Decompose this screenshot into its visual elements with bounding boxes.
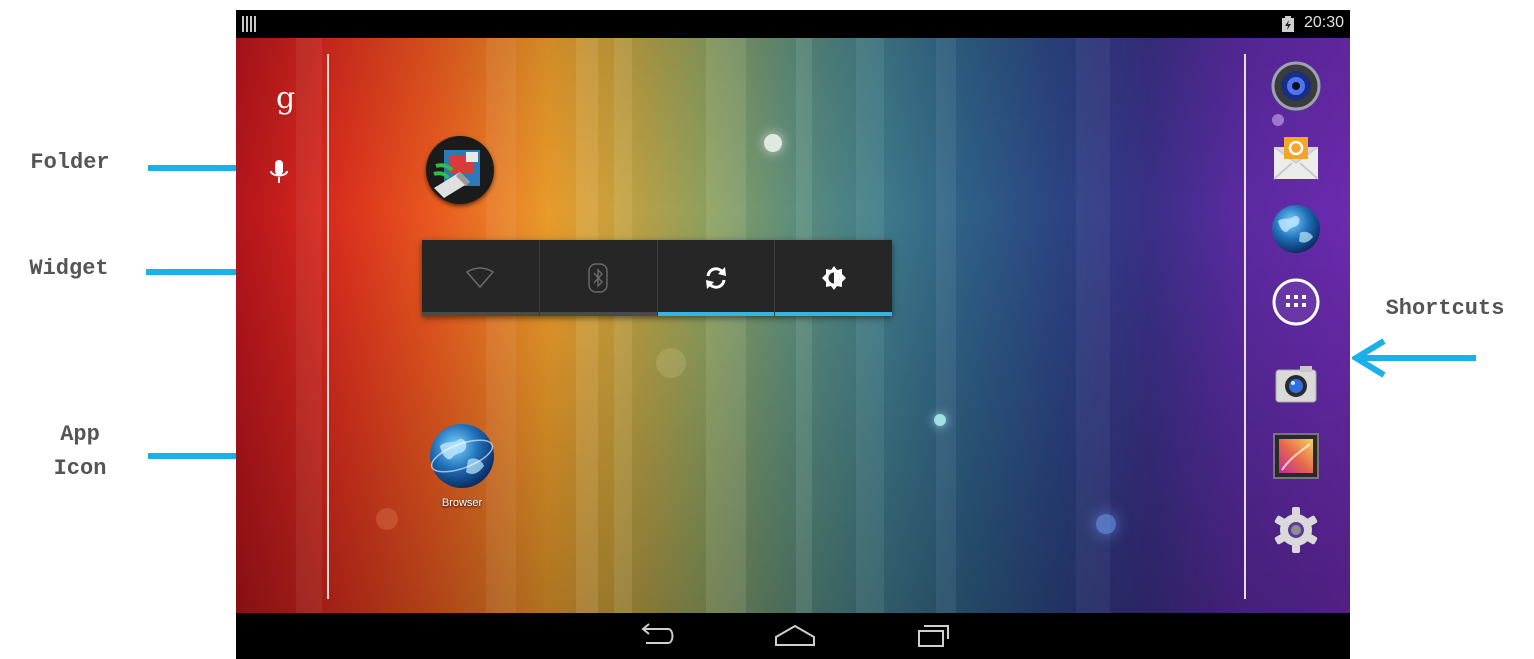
all-apps-icon[interactable] — [1270, 276, 1322, 328]
annotation-app-icon-label: App Icon — [20, 418, 140, 486]
notification-bars-icon[interactable] — [242, 16, 256, 32]
home-icon[interactable] — [772, 623, 818, 649]
widget-toggle-sync[interactable] — [657, 240, 776, 316]
wallpaper-streak — [796, 38, 812, 613]
back-icon[interactable] — [636, 623, 676, 649]
app-icon-browser[interactable]: Browser — [424, 422, 500, 512]
widget-indicator-wifi — [422, 312, 539, 316]
widget-toggle-wifi[interactable] — [422, 240, 540, 316]
gallery-icon[interactable] — [1270, 430, 1322, 482]
annotation-shortcuts-arrow — [1352, 338, 1476, 378]
email-icon[interactable] — [1270, 133, 1322, 185]
annotation-app-icon-line1: App — [60, 422, 100, 447]
wallpaper-streak — [856, 38, 884, 613]
microphone-icon[interactable] — [270, 160, 288, 186]
app-label-browser: Browser — [441, 497, 483, 509]
widget-toggle-bluetooth[interactable] — [539, 240, 658, 316]
wallpaper-bokeh — [1096, 514, 1116, 534]
annotation-app-icon-line2: Icon — [53, 456, 107, 481]
settings-gear-icon[interactable] — [1270, 504, 1322, 556]
left-divider — [327, 54, 329, 599]
wallpaper-bokeh — [1272, 114, 1284, 126]
wifi-icon — [466, 267, 495, 289]
right-divider — [1244, 54, 1246, 599]
wallpaper-streak — [614, 38, 632, 613]
annotation-folder-label: Folder — [30, 150, 110, 175]
wallpaper-bokeh — [764, 134, 782, 152]
home-wallpaper: g Browser — [236, 38, 1350, 613]
camera-icon[interactable] — [1270, 358, 1322, 410]
wallpaper-streak — [706, 38, 746, 613]
status-bar: 20:30 — [236, 10, 1350, 38]
brightness-icon — [821, 266, 846, 290]
wallpaper-streak — [936, 38, 956, 613]
status-clock: 20:30 — [1303, 14, 1344, 31]
recents-icon[interactable] — [916, 623, 952, 649]
sync-icon — [705, 267, 726, 289]
widget-indicator-sync — [657, 312, 775, 316]
wallpaper-bokeh — [934, 414, 946, 426]
bluetooth-icon — [588, 263, 608, 293]
widget-toggle-brightness[interactable] — [775, 240, 892, 316]
wallpaper-streak — [576, 38, 598, 613]
music-speaker-icon[interactable] — [1270, 60, 1322, 112]
navigation-bar — [236, 613, 1350, 659]
wallpaper-bokeh — [376, 508, 398, 530]
wallpaper-streak — [486, 38, 516, 613]
wallpaper-bokeh — [656, 348, 686, 378]
browser-globe-icon[interactable] — [1270, 203, 1322, 255]
folder-icon[interactable] — [426, 136, 494, 204]
power-control-widget — [422, 240, 892, 316]
annotation-widget-label: Widget — [29, 256, 109, 281]
android-tablet-screen: 20:30 g Browser — [236, 10, 1350, 659]
browser-globe-icon — [430, 424, 494, 488]
wallpaper-streak — [296, 38, 322, 613]
widget-indicator-brightness — [775, 312, 892, 316]
google-search-icon[interactable]: g — [276, 84, 295, 114]
battery-icon — [1282, 16, 1294, 32]
widget-indicator-bluetooth — [539, 312, 657, 316]
annotation-shortcuts-label: Shortcuts — [1385, 296, 1505, 321]
